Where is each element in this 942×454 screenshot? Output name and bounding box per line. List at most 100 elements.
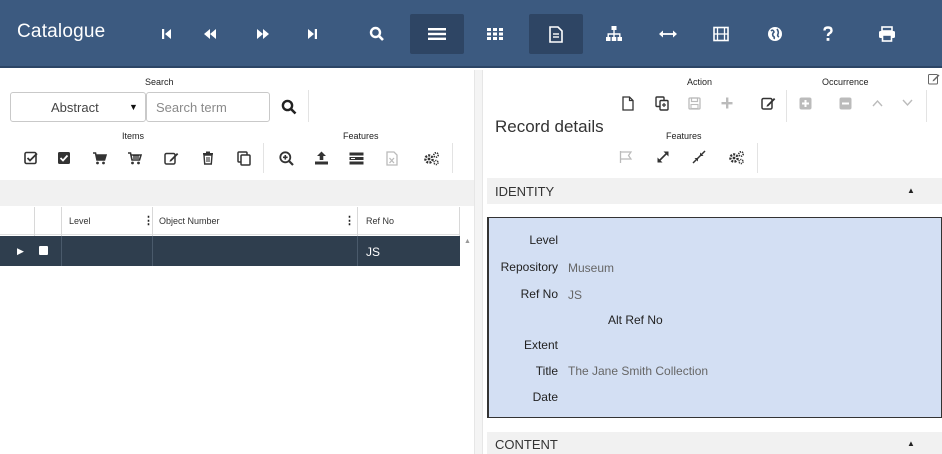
select-all-button[interactable] xyxy=(20,147,42,169)
select-item-button[interactable] xyxy=(53,147,75,169)
new-record-button[interactable] xyxy=(617,92,639,114)
table-row[interactable]: ▶ JS xyxy=(0,236,460,266)
search-icon xyxy=(281,99,297,115)
expand-fields-button[interactable] xyxy=(652,146,674,168)
ref-no-label: Ref No xyxy=(520,287,558,301)
globe-button[interactable] xyxy=(753,14,797,54)
repository-label: Repository xyxy=(500,260,558,274)
move-down-button[interactable] xyxy=(896,92,918,114)
column-divider xyxy=(61,236,62,266)
delete-items-button[interactable] xyxy=(197,147,219,169)
toolbar-divider xyxy=(263,143,264,173)
column-header-object-number[interactable]: Object Number xyxy=(159,216,220,226)
edit-items-button[interactable] xyxy=(160,147,182,169)
expand-width-button[interactable] xyxy=(646,14,690,54)
last-icon xyxy=(308,29,317,39)
cart-icon xyxy=(92,152,107,165)
search-input[interactable] xyxy=(146,92,270,122)
rewind-icon xyxy=(204,29,216,39)
search-button[interactable] xyxy=(355,14,399,54)
first-icon xyxy=(162,29,171,39)
features-group-label: Features xyxy=(343,131,379,141)
trash-icon xyxy=(203,151,213,165)
search-group-label: Search xyxy=(145,77,174,87)
ref-no-value[interactable]: JS xyxy=(568,288,582,302)
record-view-button[interactable] xyxy=(529,14,583,54)
move-up-button[interactable] xyxy=(866,92,888,114)
collapse-fields-button[interactable] xyxy=(688,146,710,168)
edit-corner-icon[interactable] xyxy=(928,72,942,86)
help-button[interactable] xyxy=(806,14,850,54)
film-icon xyxy=(713,26,729,42)
extent-label: Extent xyxy=(523,338,558,352)
items-group-label: Items xyxy=(122,131,145,141)
edit-icon xyxy=(163,152,178,165)
settings-button[interactable] xyxy=(420,147,442,169)
checkbox-outline-icon xyxy=(24,151,38,165)
plus-icon xyxy=(721,97,733,109)
column-menu-icon[interactable]: ⋮ xyxy=(344,214,355,227)
media-button[interactable] xyxy=(699,14,743,54)
toolbar-divider xyxy=(786,90,787,122)
collapse-up-icon[interactable]: ▲ xyxy=(907,439,915,448)
list-view-button[interactable] xyxy=(410,14,464,54)
flag-icon xyxy=(619,151,633,163)
zoom-in-icon xyxy=(278,150,294,166)
alt-ref-no-label: Alt Ref No xyxy=(608,313,663,327)
last-record-button[interactable] xyxy=(290,14,334,54)
layout-button[interactable] xyxy=(345,147,367,169)
document-icon xyxy=(549,25,563,43)
next-record-button[interactable] xyxy=(241,14,285,54)
edit-icon xyxy=(760,97,775,110)
add-to-cart-button[interactable] xyxy=(88,147,110,169)
content-section-title: CONTENT xyxy=(495,437,558,452)
app-title: Catalogue xyxy=(17,21,106,42)
first-record-button[interactable] xyxy=(145,14,189,54)
remove-occurrence-button[interactable] xyxy=(834,92,856,114)
upload-icon xyxy=(314,151,328,165)
flag-button[interactable] xyxy=(615,146,637,168)
row-checkbox[interactable] xyxy=(39,246,48,255)
remove-from-cart-button[interactable] xyxy=(123,147,145,169)
content-section-header[interactable]: CONTENT ▲ xyxy=(487,432,942,454)
add-occurrence-button[interactable] xyxy=(794,92,816,114)
arrows-horizontal-icon xyxy=(659,30,677,38)
record-settings-button[interactable] xyxy=(725,146,747,168)
identity-panel: Level Repository Museum Ref No JS Alt Re… xyxy=(487,217,942,418)
collapse-up-icon[interactable]: ▲ xyxy=(907,186,915,195)
expand-icon xyxy=(657,151,669,163)
grid-icon xyxy=(487,28,503,40)
column-header-level[interactable]: Level xyxy=(69,216,91,226)
help-icon xyxy=(823,26,833,41)
column-header-ref-no[interactable]: Ref No xyxy=(366,216,394,226)
plus-square-icon xyxy=(799,97,811,109)
expand-row-icon[interactable]: ▶ xyxy=(17,246,24,257)
add-button[interactable] xyxy=(716,92,738,114)
fast-forward-icon xyxy=(257,29,269,39)
copy-icon xyxy=(237,150,251,166)
previous-record-button[interactable] xyxy=(188,14,232,54)
zoom-in-button[interactable] xyxy=(275,147,297,169)
duplicate-icon xyxy=(655,95,669,111)
chevron-up-icon xyxy=(871,99,883,107)
gears-icon xyxy=(423,151,439,165)
list-icon xyxy=(428,28,446,40)
print-button[interactable] xyxy=(865,14,909,54)
edit-record-button[interactable] xyxy=(757,92,779,114)
identity-section-header[interactable]: IDENTITY ▲ xyxy=(487,178,942,204)
run-search-button[interactable] xyxy=(278,96,300,118)
hierarchy-button[interactable] xyxy=(592,14,636,54)
upload-button[interactable] xyxy=(310,147,332,169)
level-label: Level xyxy=(529,233,558,247)
duplicate-record-button[interactable] xyxy=(651,92,673,114)
minus-square-icon xyxy=(839,97,851,109)
chevron-down-icon: ▼ xyxy=(129,102,138,112)
copy-items-button[interactable] xyxy=(233,147,255,169)
save-record-button[interactable] xyxy=(683,92,705,114)
title-value[interactable]: The Jane Smith Collection xyxy=(568,364,708,378)
export-excel-button[interactable] xyxy=(381,147,403,169)
grid-toolbar-band xyxy=(0,180,474,206)
repository-value[interactable]: Museum xyxy=(568,261,614,275)
search-field-select[interactable]: Abstract ▼ xyxy=(10,92,146,122)
grid-view-button[interactable] xyxy=(473,14,517,54)
